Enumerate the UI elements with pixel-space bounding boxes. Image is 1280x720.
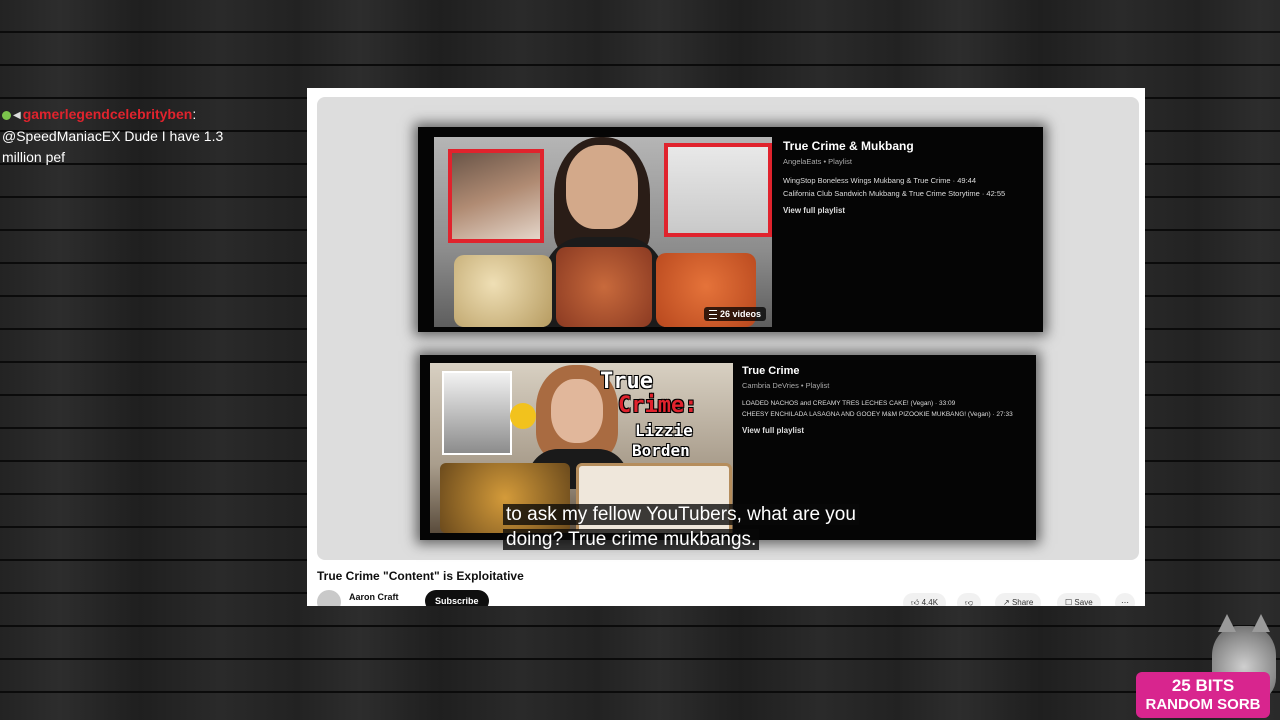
- host-face: [566, 145, 638, 229]
- bits-message: RANDOM SORB: [1145, 696, 1261, 713]
- view-full-playlist-link[interactable]: View full playlist: [783, 206, 1033, 215]
- playlist-item[interactable]: California Club Sandwich Mukbang & True …: [783, 189, 1033, 198]
- like-button[interactable]: 👍︎ 4.4K: [903, 593, 947, 606]
- thumb-text: Crime:: [618, 393, 698, 418]
- portrait-right: [664, 143, 772, 237]
- playlist-meta-2: True Crime Cambria DeVries • Playlist LO…: [742, 365, 1032, 435]
- historic-photo: [442, 371, 512, 455]
- video-title: True Crime "Content" is Exploitative: [317, 569, 524, 583]
- video-player[interactable]: 26 videos True Crime & Mukbang AngelaEat…: [317, 97, 1139, 560]
- youtube-window: 26 videos True Crime & Mukbang AngelaEat…: [307, 88, 1145, 606]
- more-actions-button[interactable]: ⋯: [1115, 593, 1135, 606]
- share-button[interactable]: ↗ Share: [995, 593, 1042, 606]
- playlist-title[interactable]: True Crime: [742, 365, 1032, 377]
- share-icon: ↗: [1003, 598, 1010, 606]
- more-icon: ⋯: [1121, 598, 1129, 606]
- dislike-button[interactable]: 👎︎: [957, 593, 982, 606]
- playlist-subtitle: AngelaEats • Playlist: [783, 157, 852, 166]
- caption-line-1: to ask my fellow YouTubers, what are you: [503, 504, 859, 525]
- channel-name[interactable]: Aaron Craft: [349, 592, 399, 602]
- bits-alert: 25 BITS RANDOM SORB: [1136, 672, 1270, 718]
- chat-username: gamerlegendcelebrityben: [22, 106, 193, 122]
- thumbs-up-icon: 👍︎: [911, 598, 920, 606]
- speaker-icon: ◀: [13, 110, 21, 122]
- bits-amount: 25 BITS: [1171, 676, 1235, 695]
- thumb-text: Borden: [632, 441, 690, 460]
- food-fries: [556, 247, 652, 327]
- save-button[interactable]: ☐ Save: [1057, 593, 1101, 606]
- playlist-icon: [708, 310, 717, 319]
- sub-badge-icon: [2, 111, 11, 121]
- playlist-item[interactable]: CHEESY ENCHILADA LASAGNA AND GOOEY M&M P…: [742, 411, 1032, 418]
- thumbs-down-icon: 👎︎: [965, 598, 974, 606]
- playlist-subtitle: Cambria DeVries • Playlist: [742, 381, 830, 390]
- host-face: [551, 379, 603, 443]
- playlist-card-1: 26 videos True Crime & Mukbang AngelaEat…: [418, 127, 1043, 332]
- thumb-text: True: [600, 369, 653, 394]
- portrait-left: [448, 149, 544, 243]
- food-wings: [454, 255, 552, 327]
- caption-line-2: doing? True crime mukbangs.: [503, 529, 760, 550]
- playlist-meta-1: True Crime & Mukbang AngelaEats • Playli…: [783, 139, 1033, 215]
- playlist-title[interactable]: True Crime & Mukbang: [783, 139, 1033, 153]
- save-icon: ☐: [1065, 598, 1073, 606]
- emoji-icon: [510, 403, 536, 429]
- chat-message: ◀ gamerlegendcelebrityben: @SpeedManiacE…: [2, 104, 224, 166]
- thumb-text: Lizzie: [635, 421, 693, 440]
- playlist-thumbnail-1[interactable]: 26 videos: [434, 137, 772, 327]
- video-count-badge: 26 videos: [703, 306, 766, 321]
- chat-badges: ◀: [2, 104, 23, 126]
- playlist-item[interactable]: WingStop Boneless Wings Mukbang & True C…: [783, 176, 1033, 185]
- view-full-playlist-link[interactable]: View full playlist: [742, 426, 1032, 435]
- chat-text: @SpeedManiacEX Dude I have 1.3 million p…: [2, 128, 224, 166]
- playlist-item[interactable]: LOADED NACHOS and CREAMY TRES LECHES CAK…: [742, 400, 1032, 407]
- channel-avatar[interactable]: [317, 590, 341, 606]
- subscribe-button[interactable]: Subscribe: [425, 590, 489, 606]
- video-caption: to ask my fellow YouTubers, what are you…: [503, 502, 859, 552]
